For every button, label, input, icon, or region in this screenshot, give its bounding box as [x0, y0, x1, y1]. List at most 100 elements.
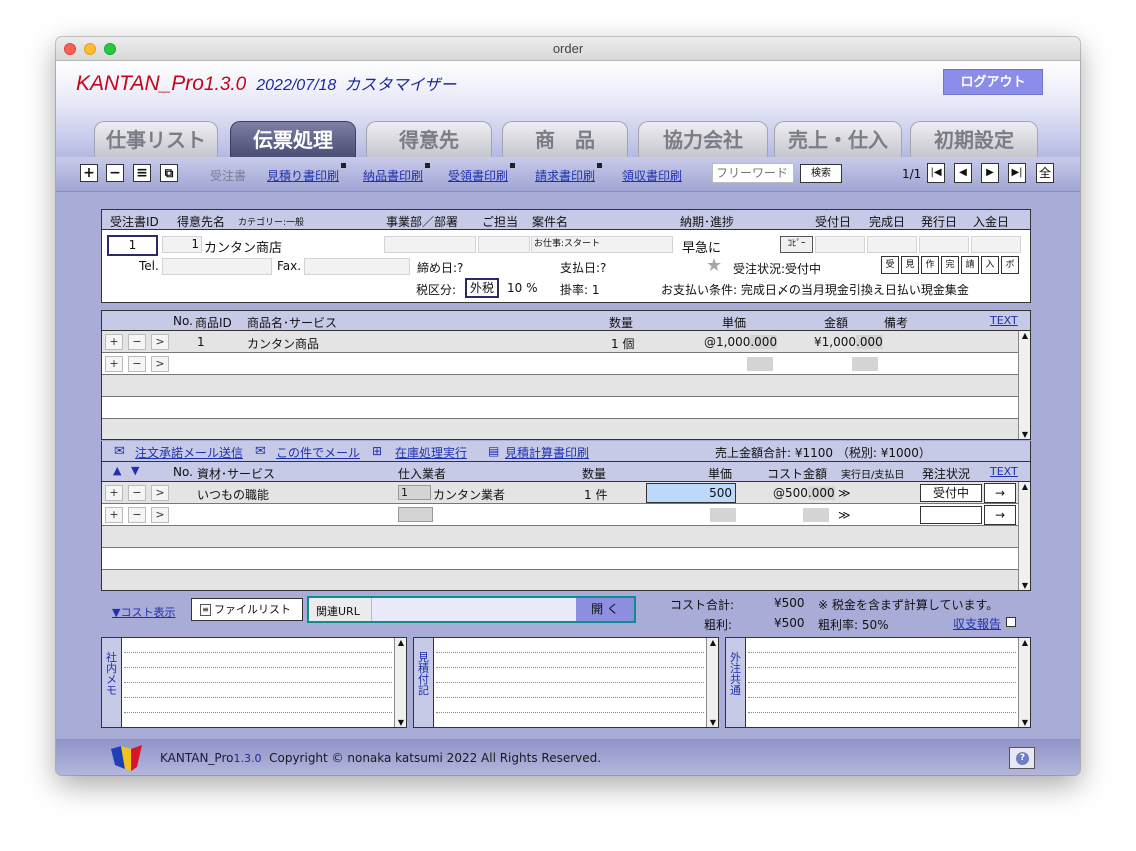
row-add-button[interactable]: +	[105, 356, 123, 372]
stock-process-link[interactable]: 在庫処理実行	[395, 444, 467, 461]
status-billed-button[interactable]: 請	[961, 256, 979, 274]
open-url-button[interactable]: 開 く	[576, 598, 634, 621]
department-field[interactable]	[384, 236, 476, 253]
add-record-button[interactable]: +	[80, 164, 98, 182]
tab-products[interactable]: 商 品	[502, 121, 628, 159]
row-remove-button[interactable]: −	[128, 507, 146, 523]
vendor-id-field[interactable]: 1	[398, 485, 431, 500]
costs-scrollbar[interactable]: ▲ ▼	[1018, 482, 1030, 590]
cost-qty[interactable]: 1 件	[584, 486, 607, 503]
costs-text-link[interactable]: TEXT	[990, 465, 1018, 478]
balance-report-link[interactable]: 収支報告	[953, 615, 1001, 632]
print-invoice-link[interactable]: 請求書印刷	[535, 163, 603, 184]
status-bo-button[interactable]: ボ	[1001, 256, 1019, 274]
tab-partners[interactable]: 協力会社	[638, 121, 768, 159]
scroll-down-icon[interactable]: ▼	[396, 718, 406, 727]
scroll-up-icon[interactable]: ▲	[396, 638, 406, 647]
case-name-field[interactable]: お仕事:スタート	[531, 236, 673, 253]
duplicate-record-button[interactable]: ⧉	[160, 164, 178, 182]
cost-goto-button[interactable]: →	[984, 483, 1016, 503]
row-add-button[interactable]: +	[105, 334, 123, 350]
print-estimate-link[interactable]: 見積り書印刷	[267, 163, 347, 184]
completed-date-field[interactable]	[867, 236, 917, 253]
row-remove-button[interactable]: −	[128, 356, 146, 372]
price-placeholder[interactable]	[710, 508, 736, 522]
customer-id-field[interactable]: 1	[162, 236, 202, 253]
price-placeholder[interactable]	[747, 357, 773, 371]
scroll-down-icon[interactable]: ▼	[1020, 718, 1030, 727]
help-button[interactable]: ?	[1009, 747, 1035, 769]
row-open-button[interactable]: >	[151, 507, 169, 523]
print-receipt-slip-link[interactable]: 受領書印刷	[448, 163, 516, 184]
issued-date-field[interactable]	[919, 236, 969, 253]
vendor-id-field[interactable]	[398, 507, 433, 522]
scroll-up-icon[interactable]: ▲	[708, 638, 718, 647]
tab-slip[interactable]: 伝票処理	[230, 121, 356, 159]
search-button[interactable]: 検索	[800, 164, 842, 183]
due-field[interactable]: 早急に	[682, 237, 721, 256]
status-paid-button[interactable]: 入	[981, 256, 999, 274]
tab-sales-purchase[interactable]: 売上・仕入	[774, 121, 902, 159]
tax-type-field[interactable]: 外税	[465, 278, 499, 298]
next-record-button[interactable]: ▶	[981, 163, 999, 183]
sort-up-icon[interactable]: ▲	[113, 464, 121, 477]
status-done-button[interactable]: 完	[941, 256, 959, 274]
fax-field[interactable]	[304, 258, 410, 275]
related-url-input[interactable]	[371, 598, 576, 621]
status-estimate-button[interactable]: 見	[901, 256, 919, 274]
row-remove-button[interactable]: −	[128, 334, 146, 350]
freeword-input[interactable]	[712, 163, 794, 183]
report-checkbox[interactable]	[1006, 617, 1016, 627]
file-list-button[interactable]: ≡ ファイルリスト	[191, 598, 303, 621]
print-receipt-link[interactable]: 領収書印刷	[622, 167, 682, 184]
list-view-button[interactable]: ≡	[133, 164, 151, 182]
cost-name[interactable]: いつもの職能	[197, 486, 269, 503]
tab-job-list[interactable]: 仕事リスト	[94, 121, 218, 159]
scroll-down-icon[interactable]: ▼	[1020, 581, 1030, 590]
estimate-print-link[interactable]: 見積計算書印刷	[505, 444, 589, 461]
cost-display-toggle[interactable]: ▼コスト表示	[112, 604, 175, 620]
exec-date-arrow[interactable]: ≫	[838, 486, 851, 500]
cost-row[interactable]: + − > いつもの職能 1 カンタン業者 1 件 500 @500.000 ≫…	[102, 482, 1018, 504]
product-name[interactable]: カンタン商品	[247, 335, 319, 352]
received-date-field[interactable]	[815, 236, 865, 253]
cost-row-empty[interactable]: + − > ≫ →	[102, 504, 1018, 526]
scroll-down-icon[interactable]: ▼	[708, 718, 718, 727]
copy-button[interactable]: ｺﾋﾟｰ	[780, 236, 813, 253]
order-status-button[interactable]	[920, 506, 982, 524]
last-record-button[interactable]: ▶|	[1008, 163, 1026, 183]
row-add-button[interactable]: +	[105, 485, 123, 501]
mail-this-link[interactable]: この件でメール	[276, 444, 360, 461]
memo-scrollbar[interactable]: ▲ ▼	[394, 638, 406, 727]
customer-name[interactable]: カンタン商店	[204, 237, 282, 256]
sort-down-icon[interactable]: ▼	[131, 464, 139, 477]
status-received-button[interactable]: 受	[881, 256, 899, 274]
vendor-name[interactable]: カンタン業者	[433, 486, 505, 503]
tab-customers[interactable]: 得意先	[366, 121, 492, 159]
show-all-button[interactable]: 全	[1036, 163, 1054, 183]
first-record-button[interactable]: |◀	[927, 163, 945, 183]
products-text-link[interactable]: TEXT	[990, 314, 1018, 327]
paid-date-field[interactable]	[971, 236, 1021, 253]
print-delivery-link[interactable]: 納品書印刷	[363, 163, 431, 184]
prev-record-button[interactable]: ◀	[954, 163, 972, 183]
tab-settings[interactable]: 初期設定	[910, 121, 1038, 159]
internal-memo[interactable]: 社内メモ ▲ ▼	[101, 637, 407, 728]
estimate-note[interactable]: 見積付記 ▲ ▼	[413, 637, 719, 728]
scroll-up-icon[interactable]: ▲	[1020, 638, 1030, 647]
products-scrollbar[interactable]: ▲ ▼	[1018, 331, 1030, 439]
exec-date-arrow[interactable]: ≫	[838, 508, 851, 522]
outsource-note[interactable]: 外注共通 ▲ ▼	[725, 637, 1031, 728]
cost-goto-button[interactable]: →	[984, 505, 1016, 525]
star-icon[interactable]: ★	[706, 255, 722, 276]
tel-field[interactable]	[162, 258, 272, 275]
send-order-mail-link[interactable]: 注文承諾メール送信	[135, 444, 243, 461]
product-qty[interactable]: 1 個	[611, 335, 634, 352]
scroll-down-icon[interactable]: ▼	[1020, 430, 1030, 439]
product-price[interactable]: @1,000.000	[704, 335, 778, 349]
product-row-empty[interactable]: + − >	[102, 353, 1018, 375]
order-status-button[interactable]: 受付中	[920, 484, 982, 502]
row-remove-button[interactable]: −	[128, 485, 146, 501]
row-open-button[interactable]: >	[151, 356, 169, 372]
logout-button[interactable]: ログアウト	[943, 69, 1043, 95]
